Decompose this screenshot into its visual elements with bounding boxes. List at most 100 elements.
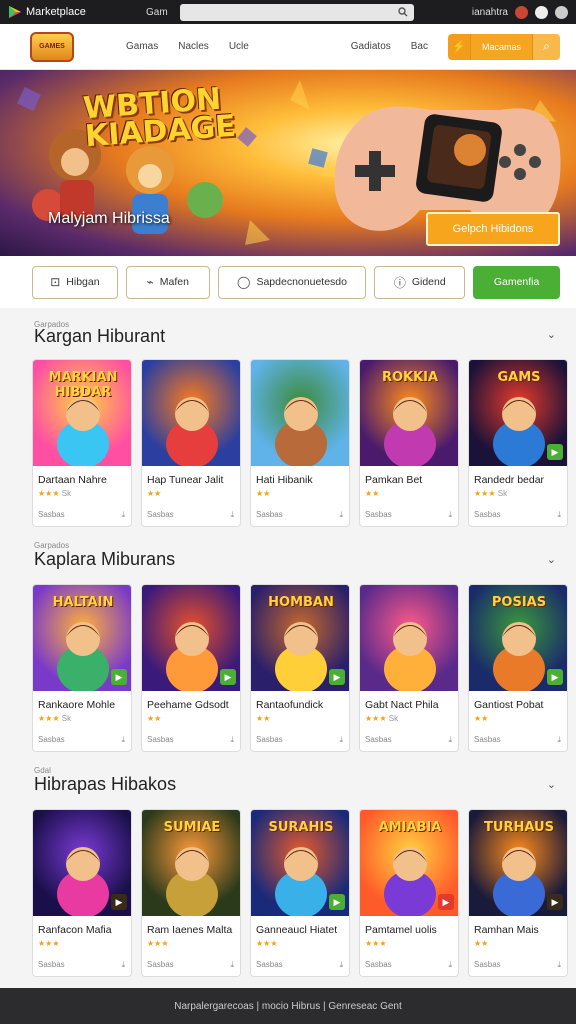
game-thumbnail[interactable]: ROKKIA <box>360 360 458 466</box>
download-icon[interactable]: ⤓ <box>557 510 561 520</box>
game-card[interactable]: TURHAUS ▶ Ramhan Mais ★★ Sasbas ⤓ <box>468 809 568 977</box>
card-meta: Sasbas <box>256 735 283 744</box>
game-thumbnail[interactable]: GAMS ▶ <box>469 360 567 466</box>
play-icon[interactable]: ▶ <box>547 669 563 685</box>
thumbnail-title: HOMBAN <box>268 595 334 610</box>
card-footer: Sasbas ⤓ <box>256 960 343 970</box>
card-title: Gantiost Pobat <box>474 699 544 711</box>
marketplace-brand[interactable]: Marketplace <box>8 5 138 19</box>
card-footer: Sasbas ⤓ <box>474 510 561 520</box>
brand-label: Marketplace <box>26 6 86 18</box>
card-title: Rantaofundick <box>256 699 324 711</box>
filter-chip[interactable]: ⓘ Gidend <box>374 265 466 299</box>
game-thumbnail[interactable]: POSIAS ▶ <box>469 585 567 691</box>
game-thumbnail[interactable]: ▶ <box>33 810 131 916</box>
flash-icon[interactable]: ⚡ <box>448 33 470 60</box>
game-card[interactable]: GAMS ▶ Randedr bedar ★★★ Sk Sasbas ⤓ <box>468 359 568 527</box>
chevron-down-icon[interactable]: ⌄ <box>547 778 556 791</box>
filter-chip[interactable]: ⊡ Hibgan <box>32 265 118 299</box>
download-icon[interactable]: ⤓ <box>339 510 343 520</box>
games-logo[interactable]: GAMES <box>30 31 74 62</box>
download-icon[interactable]: ⤓ <box>230 960 234 970</box>
card-title: Pamtamel uolis <box>365 924 437 936</box>
game-thumbnail[interactable] <box>360 585 458 691</box>
download-icon[interactable]: ⤓ <box>230 510 234 520</box>
game-thumbnail[interactable]: HALTAIN ▶ <box>33 585 131 691</box>
chevron-down-icon[interactable]: ⌄ <box>547 328 556 341</box>
play-icon[interactable]: ▶ <box>329 669 345 685</box>
nav-item[interactable]: Nacles <box>178 41 209 52</box>
game-thumbnail[interactable]: AMIABIA ▶ <box>360 810 458 916</box>
download-icon[interactable]: ⤓ <box>339 960 343 970</box>
thumbnail-title: MARKIAN HIBDAR <box>48 370 118 400</box>
play-icon[interactable]: ▶ <box>547 444 563 460</box>
card-footer: Sasbas ⤓ <box>474 960 561 970</box>
game-thumbnail[interactable]: TURHAUS ▶ <box>469 810 567 916</box>
game-thumbnail[interactable]: HOMBAN ▶ <box>251 585 349 691</box>
rating-stars: ★★ <box>469 711 567 723</box>
filter-chip-active[interactable]: Gamenfia <box>473 265 560 299</box>
bag-icon: ⊡ <box>50 275 61 289</box>
download-icon[interactable]: ⤓ <box>121 960 125 970</box>
nav-item[interactable]: Gamas <box>126 41 158 52</box>
download-icon[interactable]: ⤓ <box>339 735 343 745</box>
filter-chip[interactable]: ⌁ Mafen <box>125 265 210 299</box>
thumbnail-title: ROKKIA <box>381 370 439 385</box>
hero-cta-button[interactable]: Gelpch Hibidons <box>426 212 560 246</box>
notification-icon[interactable] <box>535 5 548 19</box>
game-section: Garpados Kargan Hiburant ⌄ MARKIAN HIBDAR Da… <box>0 308 576 533</box>
nav-item[interactable]: Gadiatos <box>351 41 391 52</box>
filter-chip[interactable]: ◯ Sapdecnonuetesdo <box>217 265 367 299</box>
play-icon[interactable]: ▶ <box>547 894 563 910</box>
game-thumbnail[interactable]: MARKIAN HIBDAR <box>33 360 131 466</box>
game-card[interactable]: MARKIAN HIBDAR Dartaan Nahre ★★★ Sk Sasbas ⤓ <box>32 359 132 527</box>
game-thumbnail[interactable]: ▶ <box>142 585 240 691</box>
game-card[interactable]: Hati Hibanik ★★ Sasbas ⤓ <box>250 359 350 527</box>
download-icon[interactable]: ⤓ <box>557 960 561 970</box>
download-icon[interactable]: ⤓ <box>121 510 125 520</box>
game-card[interactable]: POSIAS ▶ Gantiost Pobat ★★ Sasbas ⤓ <box>468 584 568 752</box>
download-icon[interactable]: ⤓ <box>448 960 452 970</box>
rating-count: Sk <box>61 714 72 723</box>
game-thumbnail[interactable]: SURAHIS ▶ <box>251 810 349 916</box>
download-icon[interactable]: ⤓ <box>448 735 452 745</box>
search-icon[interactable]: ⌕ <box>532 33 560 60</box>
avatar[interactable] <box>515 5 528 19</box>
header-cta-button[interactable]: Macamas <box>470 33 532 60</box>
play-icon[interactable]: ▶ <box>438 894 454 910</box>
game-section: Garpados Kaplara Miburans ⌄ HALTAIN ▶ Rankaor… <box>0 533 576 758</box>
header-cta-group: ⚡ Macamas ⌕ <box>448 33 560 60</box>
hero-banner[interactable]: WBTION KIADAGE Malyjam Hibrissa Gelpch H… <box>0 70 576 256</box>
search-input[interactable] <box>180 3 414 21</box>
account-label[interactable]: ianahtra <box>472 7 508 18</box>
play-icon[interactable]: ▶ <box>111 894 127 910</box>
game-card[interactable]: SURAHIS ▶ Ganneaucl Hiatet ★★★ Sasbas ⤓ <box>250 809 350 977</box>
download-icon[interactable]: ⤓ <box>557 735 561 745</box>
game-thumbnail[interactable] <box>251 360 349 466</box>
chevron-down-icon[interactable]: ⌄ <box>547 553 556 566</box>
nav-item[interactable]: Bac <box>411 41 428 52</box>
play-icon[interactable]: ▶ <box>329 894 345 910</box>
game-card[interactable]: Hap Tunear Jalit ★★ Sasbas ⤓ <box>141 359 241 527</box>
game-card[interactable]: Gabt Nact Phila ★★★ Sk Sasbas ⤓ <box>359 584 459 752</box>
download-icon[interactable]: ⤓ <box>121 735 125 745</box>
settings-icon[interactable] <box>555 5 568 19</box>
game-card[interactable]: HOMBAN ▶ Rantaofundick ★★ Sasbas ⤓ <box>250 584 350 752</box>
game-thumbnail[interactable]: SUMIAE <box>142 810 240 916</box>
game-card[interactable]: SUMIAE Ram Iaenes Malta ★★★ Sasbas ⤓ <box>141 809 241 977</box>
rating-stars: ★★ <box>360 486 458 498</box>
chip-label: Gidend <box>411 276 446 288</box>
game-card[interactable]: ROKKIA Pamkan Bet ★★ Sasbas ⤓ <box>359 359 459 527</box>
nav-item[interactable]: Ucle <box>229 41 249 52</box>
game-thumbnail[interactable] <box>142 360 240 466</box>
game-card[interactable]: AMIABIA ▶ Pamtamel uolis ★★★ Sasbas ⤓ <box>359 809 459 977</box>
download-icon[interactable]: ⤓ <box>230 735 234 745</box>
play-icon[interactable]: ▶ <box>220 669 236 685</box>
download-icon[interactable]: ⤓ <box>448 510 452 520</box>
game-card[interactable]: HALTAIN ▶ Rankaore Mohle ★★★ Sk Sasbas ⤓ <box>32 584 132 752</box>
rating-count: Sk <box>61 489 72 498</box>
thumbnail-art <box>166 397 218 466</box>
game-card[interactable]: ▶ Peehame Gdsodt ★★ Sasbas ⤓ <box>141 584 241 752</box>
play-icon[interactable]: ▶ <box>111 669 127 685</box>
game-card[interactable]: ▶ Ranfacon Mafia ★★★ Sasbas ⤓ <box>32 809 132 977</box>
